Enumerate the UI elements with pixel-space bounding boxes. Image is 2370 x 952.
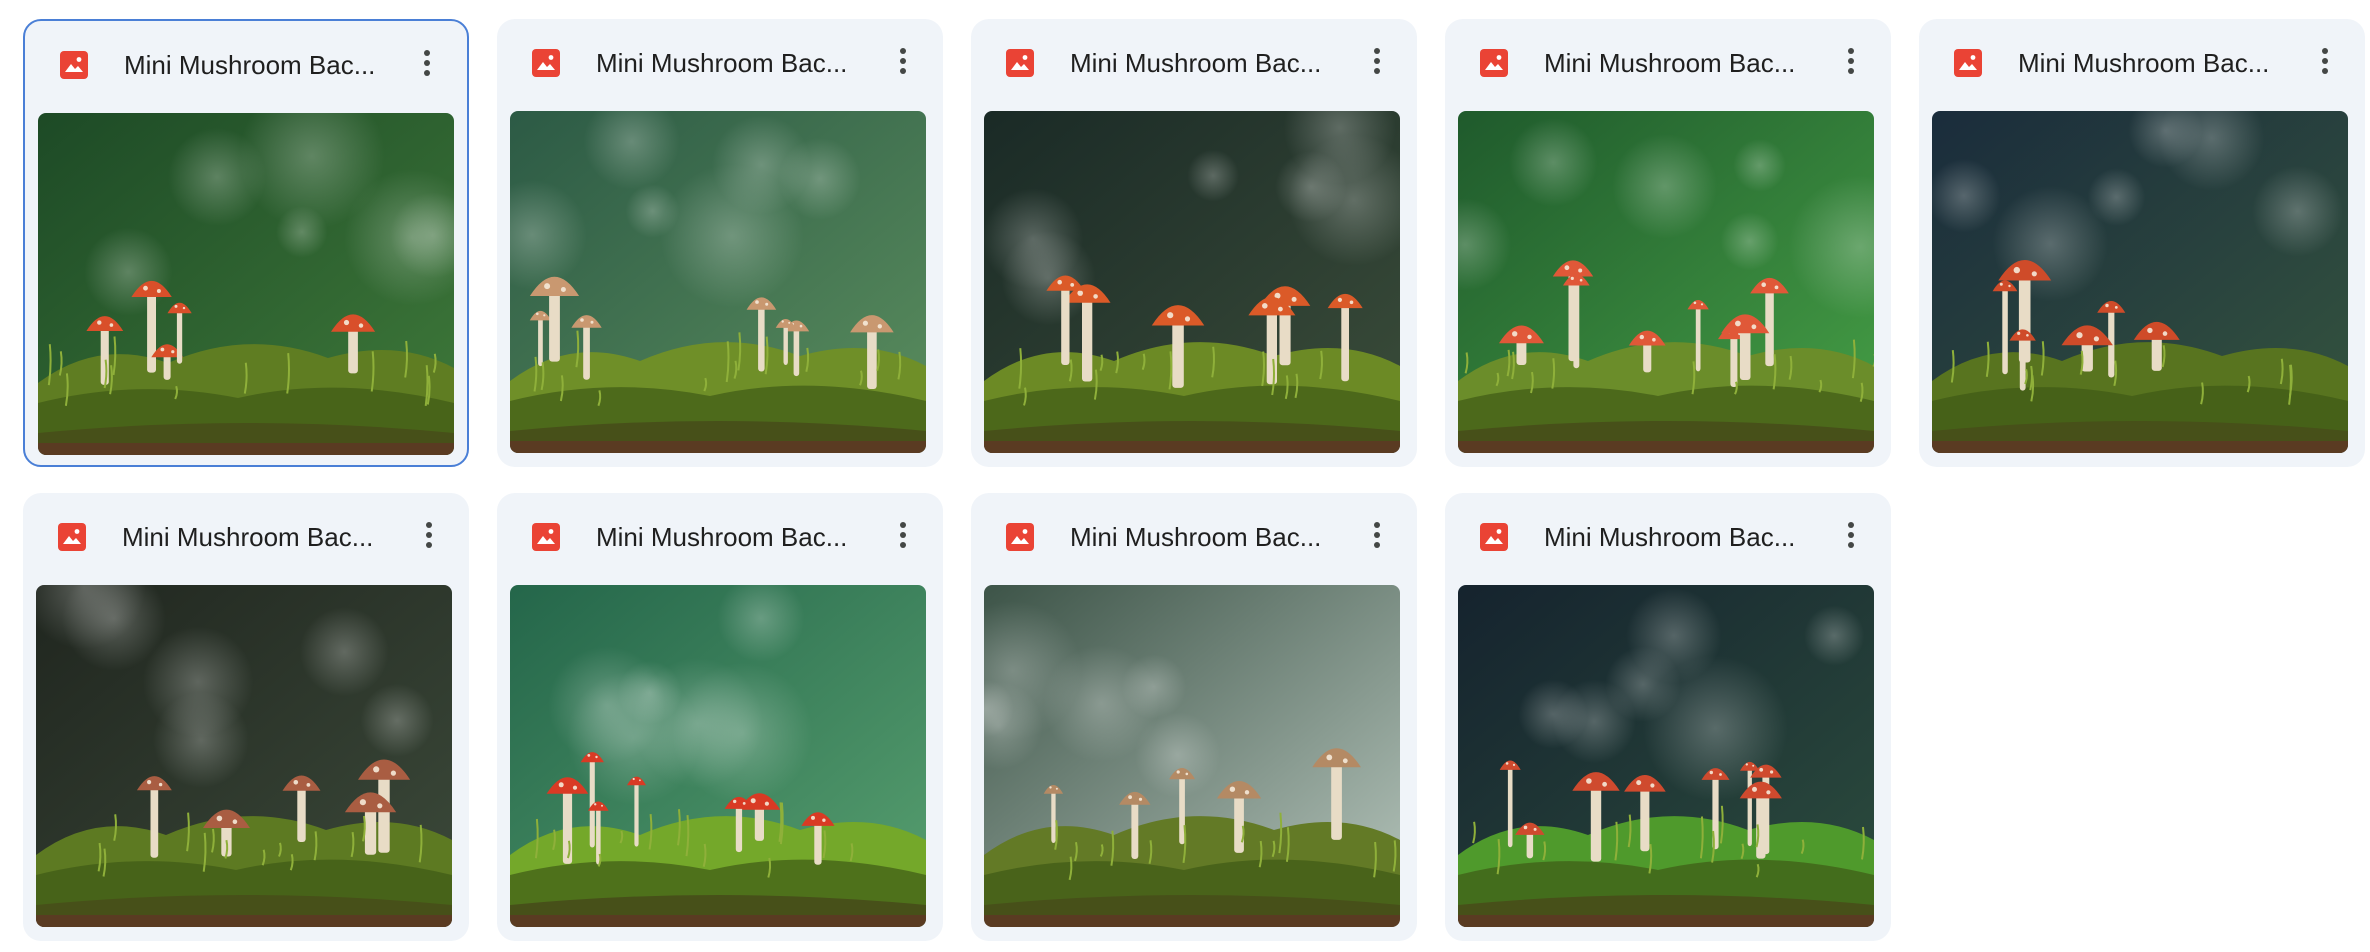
file-thumbnail[interactable] — [38, 113, 454, 455]
image-file-icon — [1005, 522, 1035, 552]
file-name: Mini Mushroom Bac... — [596, 522, 848, 552]
more-vertical-icon — [1373, 521, 1381, 554]
file-thumbnail[interactable] — [1458, 585, 1874, 927]
file-card[interactable]: Mini Mushroom Bac... — [23, 493, 469, 941]
file-name: Mini Mushroom Bac... — [596, 48, 848, 78]
file-thumbnail[interactable] — [1932, 111, 2348, 453]
more-actions-button[interactable] — [1829, 41, 1873, 85]
file-thumbnail[interactable] — [510, 111, 926, 453]
more-actions-button[interactable] — [405, 43, 449, 87]
file-name: Mini Mushroom Bac... — [122, 522, 374, 552]
file-name: Mini Mushroom Bac... — [1544, 522, 1796, 552]
more-vertical-icon — [1373, 47, 1381, 80]
file-thumbnail[interactable] — [510, 585, 926, 927]
file-name: Mini Mushroom Bac... — [1070, 48, 1322, 78]
file-card-header: Mini Mushroom Bac... — [1919, 19, 2365, 105]
file-name: Mini Mushroom Bac... — [1544, 48, 1796, 78]
more-actions-button[interactable] — [881, 515, 925, 559]
file-name: Mini Mushroom Bac... — [1070, 522, 1322, 552]
more-vertical-icon — [899, 47, 907, 80]
more-actions-button[interactable] — [881, 41, 925, 85]
image-file-icon — [59, 50, 89, 80]
more-actions-button[interactable] — [407, 515, 451, 559]
file-name: Mini Mushroom Bac... — [124, 50, 376, 80]
file-card[interactable]: Mini Mushroom Bac... — [971, 493, 1417, 941]
image-file-icon — [1953, 48, 1983, 78]
file-card[interactable]: Mini Mushroom Bac... — [971, 19, 1417, 467]
more-vertical-icon — [899, 521, 907, 554]
file-card-header: Mini Mushroom Bac... — [1445, 19, 1891, 105]
file-card-header: Mini Mushroom Bac... — [971, 493, 1417, 579]
file-card-header: Mini Mushroom Bac... — [497, 493, 943, 579]
more-actions-button[interactable] — [2303, 41, 2347, 85]
file-thumbnail[interactable] — [36, 585, 452, 927]
more-actions-button[interactable] — [1829, 515, 1873, 559]
file-name: Mini Mushroom Bac... — [2018, 48, 2270, 78]
file-thumbnail[interactable] — [1458, 111, 1874, 453]
file-card[interactable]: Mini Mushroom Bac... — [23, 19, 469, 467]
file-card-header: Mini Mushroom Bac... — [971, 19, 1417, 105]
file-card-header: Mini Mushroom Bac... — [23, 493, 469, 579]
more-vertical-icon — [1847, 47, 1855, 80]
image-file-icon — [57, 522, 87, 552]
file-card[interactable]: Mini Mushroom Bac... — [1445, 493, 1891, 941]
more-vertical-icon — [423, 49, 431, 82]
more-vertical-icon — [2321, 47, 2329, 80]
file-card[interactable]: Mini Mushroom Bac... — [1445, 19, 1891, 467]
image-file-icon — [1479, 522, 1509, 552]
image-file-icon — [531, 48, 561, 78]
more-actions-button[interactable] — [1355, 41, 1399, 85]
file-grid: Mini Mushroom Bac... Mini Mushroom Bac...… — [0, 0, 2370, 952]
image-file-icon — [1005, 48, 1035, 78]
file-card-header: Mini Mushroom Bac... — [25, 21, 467, 107]
image-file-icon — [1479, 48, 1509, 78]
file-card-header: Mini Mushroom Bac... — [497, 19, 943, 105]
more-vertical-icon — [425, 521, 433, 554]
file-thumbnail[interactable] — [984, 585, 1400, 927]
file-card-header: Mini Mushroom Bac... — [1445, 493, 1891, 579]
file-card[interactable]: Mini Mushroom Bac... — [1919, 19, 2365, 467]
file-card[interactable]: Mini Mushroom Bac... — [497, 19, 943, 467]
image-file-icon — [531, 522, 561, 552]
file-card[interactable]: Mini Mushroom Bac... — [497, 493, 943, 941]
more-vertical-icon — [1847, 521, 1855, 554]
file-thumbnail[interactable] — [984, 111, 1400, 453]
more-actions-button[interactable] — [1355, 515, 1399, 559]
